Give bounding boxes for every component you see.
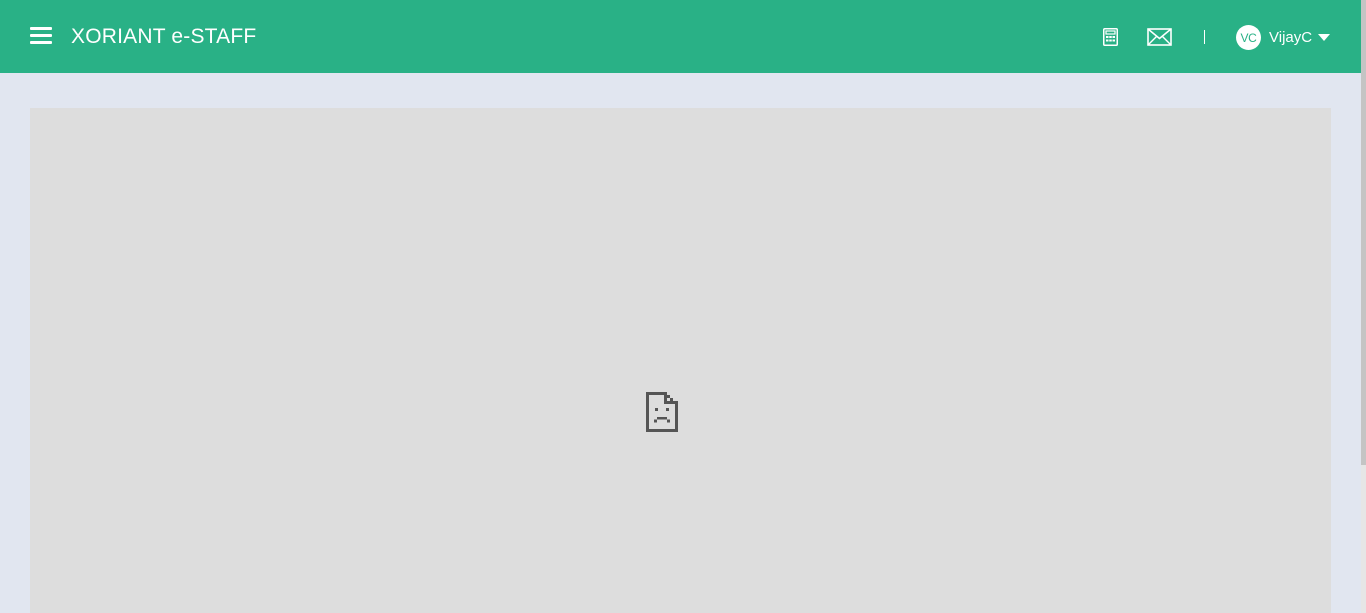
user-avatar[interactable]: VC	[1236, 25, 1261, 50]
embedded-content-frame	[30, 108, 1331, 613]
user-name[interactable]: VijayC	[1269, 29, 1312, 46]
mail-icon[interactable]	[1147, 28, 1172, 46]
vertical-scrollbar[interactable]	[1361, 0, 1366, 613]
calculator-icon[interactable]	[1103, 28, 1118, 46]
top-navigation-bar: XORIANT e-STAFF VC VijayC	[0, 0, 1361, 73]
app-title[interactable]: XORIANT e-STAFF	[71, 25, 256, 49]
header-separator	[1204, 30, 1205, 44]
scrollbar-thumb[interactable]	[1361, 0, 1366, 465]
user-menu[interactable]: VC VijayC	[1236, 25, 1331, 50]
hamburger-menu-icon[interactable]	[30, 26, 52, 46]
caret-down-icon[interactable]	[1318, 34, 1331, 41]
broken-document-icon	[646, 392, 678, 432]
